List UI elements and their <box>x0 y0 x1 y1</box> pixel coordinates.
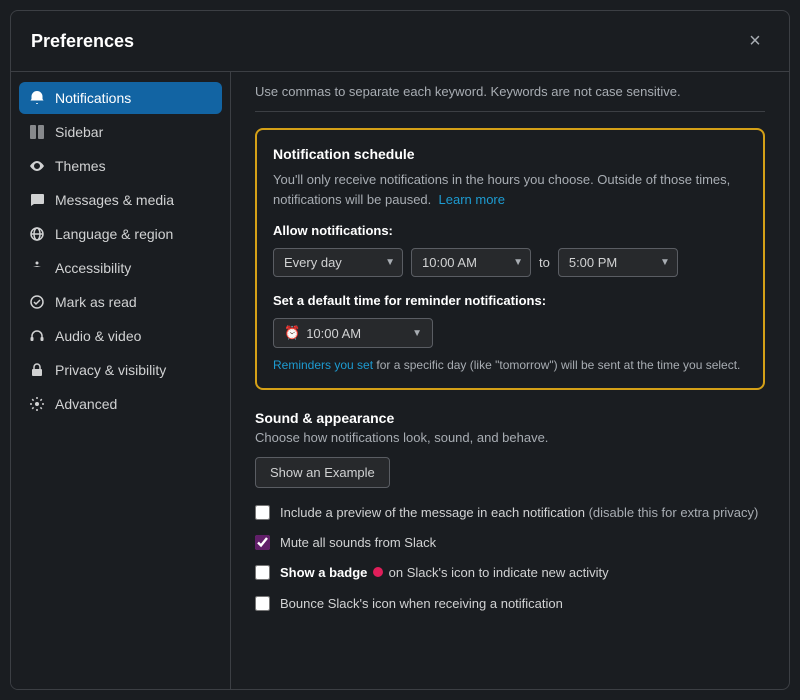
preview-label: Include a preview of the message in each… <box>280 504 758 522</box>
close-button[interactable]: × <box>741 27 769 55</box>
preview-checkbox[interactable] <box>255 505 270 520</box>
bell-icon <box>29 90 45 106</box>
sidebar-item-language-label: Language & region <box>55 226 173 242</box>
top-hint-text: Use commas to separate each keyword. Key… <box>255 72 765 112</box>
checkbox-row-preview: Include a preview of the message in each… <box>255 504 765 522</box>
badge-prefix: Show a badge <box>280 565 367 580</box>
badge-dot <box>373 567 383 577</box>
sidebar-item-mark-as-read-label: Mark as read <box>55 294 137 310</box>
sound-title: Sound & appearance <box>255 410 765 426</box>
start-time-dropdown-wrapper: 8:00 AM 9:00 AM 10:00 AM 11:00 AM ▼ <box>411 248 531 277</box>
accessibility-icon <box>29 260 45 276</box>
reminder-time-value: 10:00 AM <box>306 326 361 341</box>
globe-icon <box>29 226 45 242</box>
checkbox-row-badge: Show a badge on Slack's icon to indicate… <box>255 564 765 582</box>
schedule-title: Notification schedule <box>273 146 747 162</box>
checkbox-row-mute: Mute all sounds from Slack <box>255 534 765 552</box>
dropdowns-row: Every day Weekdays Weekends Custom ▼ 8:0… <box>273 248 747 277</box>
reminder-dropdown-arrow: ▼ <box>412 328 422 339</box>
mute-sounds-checkbox[interactable] <box>255 535 270 550</box>
dialog-body: Notifications Sidebar Themes <box>11 72 789 689</box>
badge-checkbox[interactable] <box>255 565 270 580</box>
clock-icon: ⏰ <box>284 325 300 341</box>
learn-more-link[interactable]: Learn more <box>439 192 505 207</box>
to-text: to <box>539 255 550 270</box>
sidebar-item-advanced-label: Advanced <box>55 396 117 412</box>
sidebar-item-audio-video[interactable]: Audio & video <box>19 320 222 352</box>
sidebar-item-themes-label: Themes <box>55 158 106 174</box>
sidebar-item-language[interactable]: Language & region <box>19 218 222 250</box>
sidebar-item-themes[interactable]: Themes <box>19 150 222 182</box>
message-icon <box>29 192 45 208</box>
headphone-icon <box>29 328 45 344</box>
bounce-label: Bounce Slack's icon when receiving a not… <box>280 595 563 613</box>
badge-label: Show a badge on Slack's icon to indicate… <box>280 564 609 582</box>
end-time-dropdown[interactable]: 4:00 PM 5:00 PM 6:00 PM 7:00 PM <box>558 248 678 277</box>
sidebar-item-privacy-label: Privacy & visibility <box>55 362 166 378</box>
preferences-dialog: Preferences × Notifications <box>10 10 790 690</box>
show-example-button[interactable]: Show an Example <box>255 457 390 488</box>
frequency-dropdown-wrapper: Every day Weekdays Weekends Custom ▼ <box>273 248 403 277</box>
reminders-link[interactable]: Reminders you set <box>273 358 373 372</box>
lock-icon <box>29 362 45 378</box>
frequency-dropdown[interactable]: Every day Weekdays Weekends Custom <box>273 248 403 277</box>
dialog-header: Preferences × <box>11 11 789 72</box>
sidebar-item-advanced[interactable]: Advanced <box>19 388 222 420</box>
reminder-hint-rest: for a specific day (like "tomorrow") wil… <box>376 358 740 372</box>
gear-icon <box>29 396 45 412</box>
reminder-time-dropdown[interactable]: ⏰ 10:00 AM ▼ <box>273 318 433 348</box>
sound-description: Choose how notifications look, sound, an… <box>255 430 765 445</box>
layout-icon <box>29 124 45 140</box>
sidebar-item-sidebar[interactable]: Sidebar <box>19 116 222 148</box>
mute-sounds-label: Mute all sounds from Slack <box>280 534 436 552</box>
notification-schedule-box: Notification schedule You'll only receiv… <box>255 128 765 390</box>
sidebar-item-notifications[interactable]: Notifications <box>19 82 222 114</box>
sidebar-item-mark-as-read[interactable]: Mark as read <box>19 286 222 318</box>
check-circle-icon <box>29 294 45 310</box>
dialog-title: Preferences <box>31 31 134 52</box>
start-time-dropdown[interactable]: 8:00 AM 9:00 AM 10:00 AM 11:00 AM <box>411 248 531 277</box>
sidebar-item-accessibility[interactable]: Accessibility <box>19 252 222 284</box>
reminder-dropdown-wrapper: ⏰ 10:00 AM ▼ <box>273 318 747 348</box>
sidebar-item-privacy[interactable]: Privacy & visibility <box>19 354 222 386</box>
eye-icon <box>29 158 45 174</box>
sidebar: Notifications Sidebar Themes <box>11 72 231 689</box>
reminder-label: Set a default time for reminder notifica… <box>273 293 747 308</box>
sound-appearance-section: Sound & appearance Choose how notificati… <box>255 410 765 613</box>
sidebar-item-sidebar-label: Sidebar <box>55 124 103 140</box>
schedule-description: You'll only receive notifications in the… <box>273 170 747 209</box>
sidebar-item-messages[interactable]: Messages & media <box>19 184 222 216</box>
main-content: Use commas to separate each keyword. Key… <box>231 72 789 689</box>
reminder-hint: Reminders you set for a specific day (li… <box>273 358 747 372</box>
bounce-checkbox[interactable] <box>255 596 270 611</box>
allow-notifications-label: Allow notifications: <box>273 223 747 238</box>
sidebar-item-accessibility-label: Accessibility <box>55 260 131 276</box>
sidebar-item-notifications-label: Notifications <box>55 90 131 106</box>
checkbox-row-bounce: Bounce Slack's icon when receiving a not… <box>255 595 765 613</box>
sidebar-item-messages-label: Messages & media <box>55 192 174 208</box>
end-time-dropdown-wrapper: 4:00 PM 5:00 PM 6:00 PM 7:00 PM ▼ <box>558 248 678 277</box>
sidebar-item-audio-video-label: Audio & video <box>55 328 141 344</box>
